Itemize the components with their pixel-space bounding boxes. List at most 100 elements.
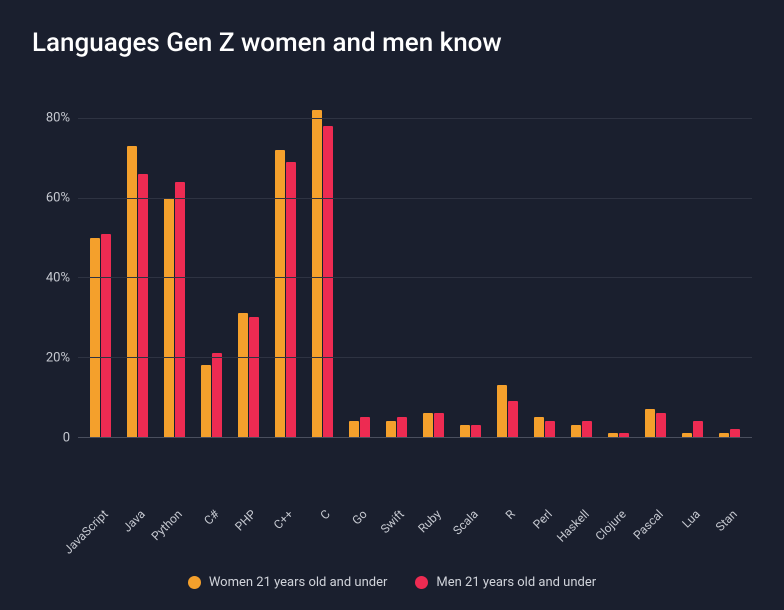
- x-label-slot: Lua: [674, 501, 711, 571]
- y-tick-label: 80%: [46, 111, 70, 126]
- x-tick-label: Stan: [712, 507, 739, 534]
- x-label-slot: Python: [156, 501, 193, 571]
- x-label-slot: Go: [341, 501, 378, 571]
- bar-women: [312, 110, 322, 437]
- bar-group: [193, 98, 230, 437]
- x-label-slot: Clojure: [600, 501, 637, 571]
- bar-group: [156, 98, 193, 437]
- x-tick-label: PHP: [232, 507, 259, 534]
- y-tick-label: 40%: [46, 271, 70, 286]
- bar-men: [175, 182, 185, 437]
- bar-men: [508, 401, 518, 437]
- bar-men: [138, 174, 148, 437]
- bar-group: [452, 98, 489, 437]
- bar-men: [249, 317, 259, 437]
- bar-group: [82, 98, 119, 437]
- bar-group: [230, 98, 267, 437]
- bar-men: [730, 429, 740, 437]
- bar-men: [656, 413, 666, 437]
- bar-women: [349, 421, 359, 437]
- bar-group: [341, 98, 378, 437]
- legend-swatch-icon: [415, 576, 428, 589]
- x-label-slot: C#: [193, 501, 230, 571]
- bar-women: [571, 425, 581, 437]
- bar-men: [582, 421, 592, 437]
- x-tick-label: C++: [270, 507, 295, 532]
- bar-men: [545, 421, 555, 437]
- bar-men: [323, 126, 333, 437]
- bar-women: [201, 365, 211, 437]
- y-axis: 020%40%60%80%: [32, 98, 78, 438]
- x-axis-labels: JavaScriptJava Python C# PHP C++ C Go Swift Ruby…: [78, 501, 752, 571]
- bars-layer: [78, 98, 752, 437]
- legend: Women 21 years old and under Men 21 year…: [32, 575, 752, 590]
- bar-women: [386, 421, 396, 437]
- bar-men: [360, 417, 370, 437]
- bar-group: [526, 98, 563, 437]
- bar-women: [608, 433, 618, 437]
- bar-group: [415, 98, 452, 437]
- bar-women: [423, 413, 433, 437]
- bar-group: [674, 98, 711, 437]
- bar-women: [460, 425, 470, 437]
- bar-women: [534, 417, 544, 437]
- bar-men: [434, 413, 444, 437]
- x-tick-label: Lua: [679, 507, 703, 531]
- bar-group: [267, 98, 304, 437]
- x-tick-label: Go: [349, 507, 370, 528]
- bar-women: [275, 150, 285, 437]
- bar-men: [397, 417, 407, 437]
- bar-women: [127, 146, 137, 437]
- x-tick-label: C#: [201, 507, 222, 528]
- x-label-slot: Pascal: [637, 501, 674, 571]
- x-label-slot: C++: [267, 501, 304, 571]
- legend-item-men: Men 21 years old and under: [415, 575, 596, 590]
- grid-line: [78, 357, 752, 358]
- bar-group: [563, 98, 600, 437]
- grid-line: [78, 277, 752, 278]
- bar-women: [238, 313, 248, 437]
- x-tick-label: Scala: [450, 507, 481, 538]
- x-tick-label: Perl: [530, 507, 555, 532]
- legend-item-women: Women 21 years old and under: [188, 575, 388, 590]
- chart-title: Languages Gen Z women and men know: [32, 28, 752, 58]
- bar-men: [286, 162, 296, 437]
- bar-group: [637, 98, 674, 437]
- bar-women: [497, 385, 507, 437]
- bar-group: [304, 98, 341, 437]
- x-tick-label: Java: [120, 507, 148, 535]
- x-tick-label: JavaScript: [61, 507, 111, 557]
- x-tick-label: C: [317, 507, 332, 522]
- x-label-slot: PHP: [230, 501, 267, 571]
- bar-men: [101, 234, 111, 437]
- x-tick-label: Ruby: [415, 507, 444, 536]
- y-tick-label: 0: [63, 431, 70, 446]
- x-label-slot: Scala: [452, 501, 489, 571]
- bar-women: [90, 238, 100, 437]
- y-tick-label: 60%: [46, 191, 70, 206]
- legend-swatch-icon: [188, 576, 201, 589]
- bar-men: [212, 353, 222, 437]
- x-label-slot: Ruby: [415, 501, 452, 571]
- x-tick-label: Swift: [377, 507, 406, 536]
- bar-men: [471, 425, 481, 437]
- x-label-slot: JavaScript: [82, 501, 119, 571]
- bar-group: [378, 98, 415, 437]
- bar-women: [719, 433, 729, 437]
- plot-region: [78, 98, 752, 438]
- bar-women: [682, 433, 692, 437]
- bar-women: [164, 198, 174, 437]
- bar-group: [600, 98, 637, 437]
- grid-line: [78, 198, 752, 199]
- chart-container: Languages Gen Z women and men know 0 20% 4…: [0, 0, 784, 610]
- bar-men: [619, 433, 629, 437]
- x-label-slot: Stan: [711, 501, 748, 571]
- legend-label: Women 21 years old and under: [209, 575, 388, 590]
- chart-area: 0 20% 40% 60% 80%: [32, 98, 752, 501]
- bar-group: [711, 98, 748, 437]
- x-label-slot: Swift: [378, 501, 415, 571]
- y-tick-label: 20%: [46, 351, 70, 366]
- x-label-slot: R: [489, 501, 526, 571]
- bar-women: [645, 409, 655, 437]
- grid-line: [78, 118, 752, 119]
